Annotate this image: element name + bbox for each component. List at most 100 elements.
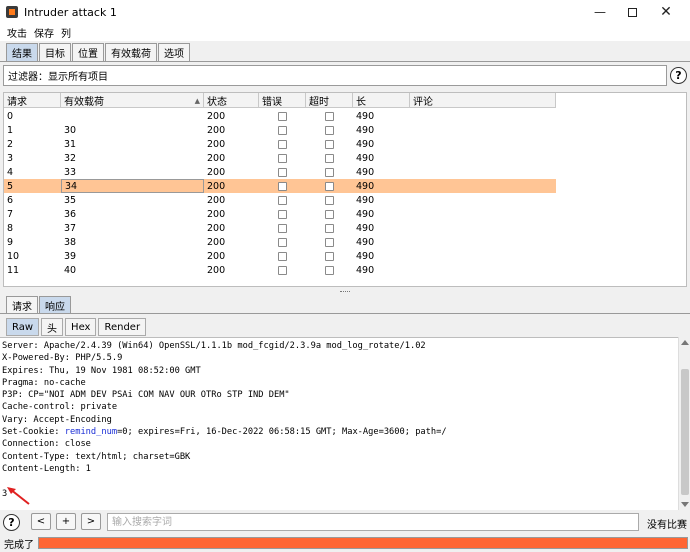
search-help-button[interactable]: ?: [3, 514, 20, 531]
column-header-payload[interactable]: 有效载荷: [61, 93, 204, 108]
cell-length: 490: [356, 222, 375, 234]
error-checkbox[interactable]: [278, 223, 287, 233]
scroll-down-icon[interactable]: [681, 502, 689, 507]
cell-comment: [410, 137, 556, 151]
timeout-checkbox[interactable]: [325, 153, 334, 163]
tab-render[interactable]: Render: [98, 318, 147, 336]
pane-splitter[interactable]: [0, 289, 690, 295]
cell-request: 5: [7, 180, 14, 192]
cell-length: 490: [356, 124, 375, 136]
cell-status: 200: [207, 180, 226, 192]
error-checkbox[interactable]: [278, 265, 287, 275]
response-scrollbar[interactable]: [678, 337, 690, 510]
column-header-comment[interactable]: 评论: [410, 93, 556, 108]
table-row[interactable]: 6 35 200 490: [4, 193, 556, 207]
timeout-checkbox[interactable]: [325, 139, 334, 149]
error-checkbox[interactable]: [278, 167, 287, 177]
search-input[interactable]: [107, 513, 639, 531]
cell-length: 490: [356, 152, 375, 164]
error-checkbox[interactable]: [278, 195, 287, 205]
filter-bar[interactable]: 过滤器：显示所有项目: [3, 65, 667, 86]
minimize-button[interactable]: —: [582, 0, 618, 24]
column-header-request[interactable]: 请求: [4, 93, 61, 108]
search-next-button[interactable]: >: [81, 513, 101, 530]
cell-status: 200: [207, 264, 226, 276]
question-icon: ?: [8, 516, 15, 529]
search-add-button[interactable]: +: [56, 513, 76, 530]
cell-payload: 34: [61, 179, 204, 193]
table-row[interactable]: 2 31 200 490: [4, 137, 556, 151]
error-checkbox[interactable]: [278, 125, 287, 135]
timeout-checkbox[interactable]: [325, 265, 334, 275]
error-checkbox[interactable]: [278, 139, 287, 149]
timeout-checkbox[interactable]: [325, 111, 334, 121]
table-row[interactable]: 9 38 200 490: [4, 235, 556, 249]
tab-headers[interactable]: 头: [41, 318, 64, 336]
status-text: 完成了: [4, 540, 34, 551]
cell-payload: 36: [64, 208, 77, 220]
search-prev-button[interactable]: <: [31, 513, 51, 530]
close-button[interactable]: ✕: [648, 0, 684, 24]
scroll-thumb[interactable]: [681, 369, 689, 495]
error-checkbox[interactable]: [278, 209, 287, 219]
table-row[interactable]: 4 33 200 490: [4, 165, 556, 179]
menu-attack[interactable]: 攻击: [7, 25, 27, 40]
cell-status: 200: [207, 138, 226, 150]
cell-timeout: [306, 249, 353, 263]
column-header-error[interactable]: 错误: [259, 93, 306, 108]
cell-request: 3: [7, 152, 14, 164]
detail-tabs: 请求 响应: [6, 296, 72, 314]
column-header-length[interactable]: 长: [353, 93, 410, 108]
cell-comment: [410, 165, 556, 179]
cookie-name: remind_num: [64, 427, 118, 438]
menu-save[interactable]: 保存: [34, 25, 54, 40]
table-row[interactable]: 0 200 490: [4, 109, 556, 123]
cell-payload: [61, 109, 204, 123]
tab-request[interactable]: 请求: [6, 296, 38, 314]
error-checkbox[interactable]: [278, 111, 287, 121]
error-checkbox[interactable]: [278, 181, 287, 191]
maximize-button[interactable]: [614, 0, 650, 24]
timeout-checkbox[interactable]: [325, 209, 334, 219]
timeout-checkbox[interactable]: [325, 223, 334, 233]
timeout-checkbox[interactable]: [325, 125, 334, 135]
table-row[interactable]: 7 36 200 490: [4, 207, 556, 221]
tab-options[interactable]: 选项: [158, 43, 190, 61]
column-header-timeout[interactable]: 超时: [306, 93, 353, 108]
tab-target[interactable]: 目标: [39, 43, 71, 61]
table-row[interactable]: 5 34 200 490: [4, 179, 556, 193]
column-header-status[interactable]: 状态: [204, 93, 259, 108]
scroll-up-icon[interactable]: [681, 340, 689, 345]
table-row[interactable]: 1 30 200 490: [4, 123, 556, 137]
cell-request: 1: [7, 124, 14, 136]
cell-status: 200: [207, 222, 226, 234]
cell-error: [259, 123, 306, 137]
cell-comment: [410, 221, 556, 235]
timeout-checkbox[interactable]: [325, 181, 334, 191]
tab-raw[interactable]: Raw: [6, 318, 40, 336]
table-row[interactable]: 3 32 200 490: [4, 151, 556, 165]
timeout-checkbox[interactable]: [325, 237, 334, 247]
table-row[interactable]: 10 39 200 490: [4, 249, 556, 263]
tab-positions[interactable]: 位置: [72, 43, 104, 61]
error-checkbox[interactable]: [278, 153, 287, 163]
response-viewer[interactable]: Server: Apache/2.4.39 (Win64) OpenSSL/1.…: [0, 337, 678, 510]
help-button[interactable]: ?: [670, 67, 687, 84]
error-checkbox[interactable]: [278, 251, 287, 261]
cell-timeout: [306, 263, 353, 277]
tab-response[interactable]: 响应: [39, 296, 71, 314]
timeout-checkbox[interactable]: [325, 195, 334, 205]
menu-columns[interactable]: 列: [61, 25, 71, 40]
tab-hex[interactable]: Hex: [65, 318, 97, 336]
red-arrow-annotation-icon: [7, 487, 30, 505]
cell-request: 4: [7, 166, 14, 178]
tab-payloads[interactable]: 有效载荷: [105, 43, 157, 61]
menu-bar: 攻击 保存 列: [0, 24, 690, 41]
timeout-checkbox[interactable]: [325, 251, 334, 261]
cell-request: 0: [7, 110, 14, 122]
table-row[interactable]: 8 37 200 490: [4, 221, 556, 235]
timeout-checkbox[interactable]: [325, 167, 334, 177]
tab-results[interactable]: 结果: [6, 43, 38, 61]
error-checkbox[interactable]: [278, 237, 287, 247]
table-row[interactable]: 11 40 200 490: [4, 263, 556, 277]
